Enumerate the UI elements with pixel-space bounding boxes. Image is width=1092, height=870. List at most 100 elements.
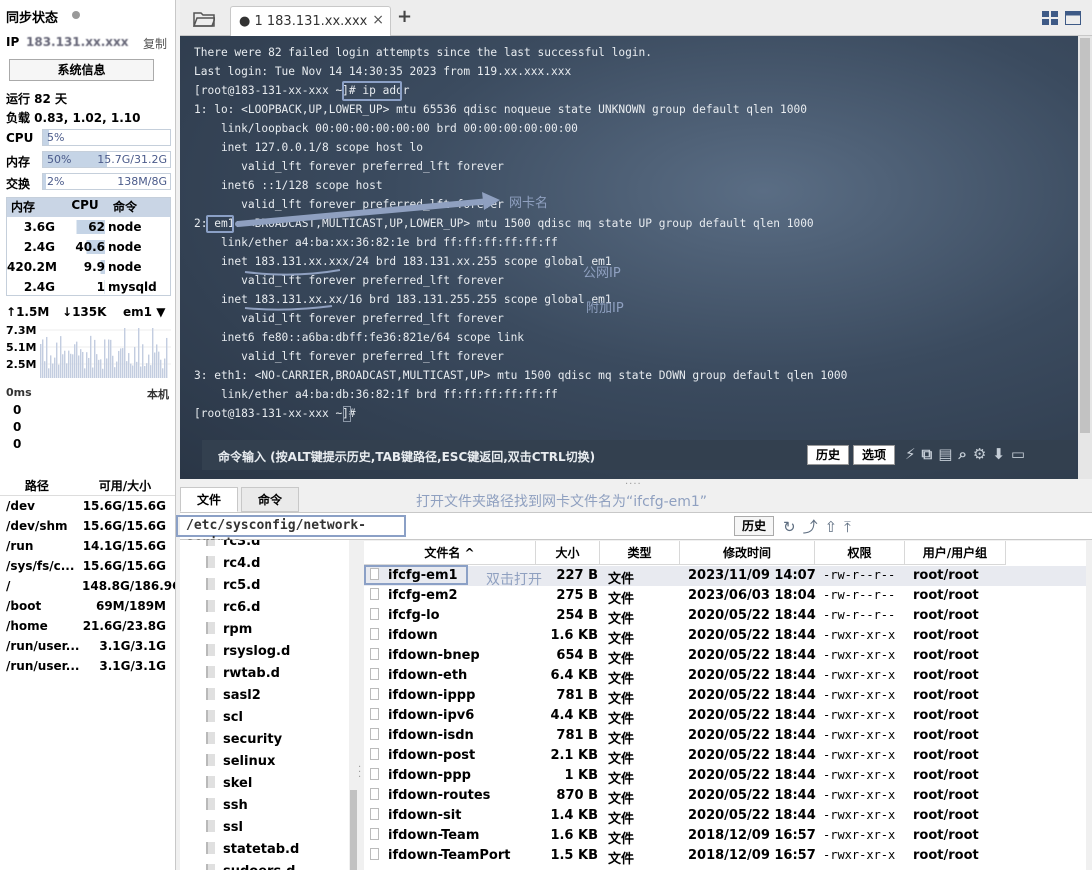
- header-col-type[interactable]: 类型: [600, 541, 680, 565]
- cmd-options-button[interactable]: 选项: [853, 445, 895, 465]
- disk-row[interactable]: /sys/fs/c... 15.6G/15.6G: [0, 556, 175, 576]
- file-row[interactable]: ifcfg-em2 275 B 文件 2023/06/03 18:04 -rw-r--r…: [364, 586, 1086, 607]
- file-row[interactable]: ifdown 1.6 KB 文件 2020/05/22 18:44 -rwxr-xr-x…: [364, 626, 1086, 647]
- header-col-perm[interactable]: 权限: [815, 541, 905, 565]
- gear-icon[interactable]: ⚙: [973, 445, 992, 463]
- file-owner: root/root: [913, 728, 979, 743]
- file-row[interactable]: ifdown-ippp 781 B 文件 2020/05/22 18:44 -rwxr-…: [364, 686, 1086, 707]
- tree-folder-item[interactable]: selinux: [206, 754, 275, 769]
- copy-icon[interactable]: ⧉: [922, 445, 939, 463]
- paste-icon[interactable]: ▤: [938, 445, 958, 463]
- file-row[interactable]: ifdown-routes 870 B 文件 2020/05/22 18:44 -rwx…: [364, 786, 1086, 807]
- tree-folder-item[interactable]: rc6.d: [206, 600, 260, 615]
- command-input-bar[interactable]: 命令输入 (按ALT键提示历史,TAB键路径,ESC键返回,双击CTRL切换) …: [202, 440, 1076, 470]
- proc-header-cmd[interactable]: 命令: [111, 198, 137, 217]
- panel-resizer[interactable]: · · ·: [358, 763, 361, 783]
- file-row[interactable]: ifcfg-lo 254 B 文件 2020/05/22 18:44 -rw-r--r-…: [364, 606, 1086, 627]
- disk-row[interactable]: /run 14.1G/15.6G: [0, 536, 175, 556]
- path-input[interactable]: /etc/sysconfig/network-scripts: [176, 515, 406, 551]
- process-row[interactable]: 420.2M 9.9 node: [7, 257, 170, 277]
- tree-scrollbar[interactable]: [349, 540, 358, 870]
- file-list[interactable]: 文件名 ^ 类型 修改时间 权限 用户/用户组 大小 ifcfg-em1 227 B 文件 20…: [364, 541, 1086, 870]
- file-row[interactable]: ifdown-Team 1.6 KB 文件 2018/12/09 16:57 -rwxr…: [364, 826, 1086, 847]
- session-tab[interactable]: ● 1 183.131.xx.xxx ×: [230, 6, 391, 36]
- tree-folder-item[interactable]: statetab.d: [206, 842, 299, 857]
- close-icon[interactable]: ×: [372, 12, 384, 28]
- traffic-bar: [46, 336, 48, 378]
- tree-folder-item[interactable]: security: [206, 732, 282, 747]
- terminal-scrollbar[interactable]: [1078, 36, 1092, 479]
- tree-folder-item[interactable]: sudoers.d: [206, 864, 295, 870]
- file-row[interactable]: ifdown-eth 6.4 KB 文件 2020/05/22 18:44 -rwxr-…: [364, 666, 1086, 687]
- folder-icon[interactable]: [193, 10, 215, 27]
- download-icon[interactable]: ⬇: [992, 445, 1011, 463]
- tree-folder-item[interactable]: rc4.d: [206, 556, 260, 571]
- disk-row[interactable]: / 148.8G/186.9G: [0, 576, 175, 596]
- copy-ip-link[interactable]: 复制: [143, 35, 167, 52]
- tree-folder-item[interactable]: scl: [206, 710, 243, 725]
- tree-folder-item[interactable]: sasl2: [206, 688, 261, 703]
- file-row[interactable]: ifcfg-em1 227 B 文件 2023/11/09 14:07 -rw-r--r…: [364, 566, 1086, 587]
- header-col-name[interactable]: 文件名 ^: [364, 541, 536, 565]
- file-row[interactable]: ifdown-sit 1.4 KB 文件 2020/05/22 18:44 -rwxr-…: [364, 806, 1086, 827]
- tab-files[interactable]: 文件: [180, 487, 238, 512]
- disk-row[interactable]: /boot 69M/189M: [0, 596, 175, 616]
- disk-header-size[interactable]: 可用/大小: [99, 477, 151, 494]
- file-row[interactable]: ifdown-isdn 781 B 文件 2020/05/22 18:44 -rwxr-…: [364, 726, 1086, 747]
- disk-row[interactable]: /run/user... 3.1G/3.1G: [0, 656, 175, 676]
- net-iface-select[interactable]: em1 ▼: [123, 305, 165, 319]
- folder-icon: [206, 688, 215, 700]
- tree-folder-item[interactable]: skel: [206, 776, 252, 791]
- file-size: 1 KB: [564, 768, 598, 783]
- terminal[interactable]: There were 82 failed login attempts sinc…: [180, 36, 1078, 479]
- file-row[interactable]: ifdown-bnep 654 B 文件 2020/05/22 18:44 -rwxr-…: [364, 646, 1086, 667]
- window-icon[interactable]: ▭: [1011, 445, 1031, 463]
- tree-folder-item[interactable]: rsyslog.d: [206, 644, 290, 659]
- annotation-nic-name: 网卡名: [509, 196, 549, 211]
- grid-layout-icon[interactable]: [1042, 11, 1058, 28]
- proc-header-mem[interactable]: 内存: [7, 198, 59, 217]
- directory-tree[interactable]: rc3.d rc4.d rc5.d rc6.d rpm rsyslog.d rwtab.d s…: [180, 540, 358, 870]
- tree-folder-item[interactable]: rpm: [206, 622, 252, 637]
- process-row[interactable]: 2.4G 40.6 node: [7, 237, 170, 257]
- file-row[interactable]: ifdown-ipv6 4.4 KB 文件 2020/05/22 18:44 -rwxr…: [364, 706, 1086, 727]
- path-history-button[interactable]: 历史: [734, 516, 774, 536]
- upload-icon[interactable]: ⇧: [825, 518, 845, 536]
- upload-file-icon[interactable]: ⤒: [844, 518, 858, 536]
- file-row[interactable]: ifdown-post 2.1 KB 文件 2020/05/22 18:44 -rwxr…: [364, 746, 1086, 767]
- cmd-history-button[interactable]: 历史: [807, 445, 849, 465]
- disk-header-path[interactable]: 路径: [25, 477, 49, 494]
- disk-row[interactable]: /dev/shm 15.6G/15.6G: [0, 516, 175, 536]
- file-name: ifdown-sit: [370, 808, 461, 823]
- disk-row[interactable]: /home 21.6G/23.8G: [0, 616, 175, 636]
- add-tab-icon[interactable]: +: [397, 6, 412, 27]
- disk-row[interactable]: /dev 15.6G/15.6G: [0, 496, 175, 516]
- single-layout-icon[interactable]: [1065, 11, 1081, 28]
- refresh-icon[interactable]: ↻: [783, 518, 803, 536]
- annotation-dblclick: 双击打开: [486, 572, 542, 588]
- sysinfo-button[interactable]: 系统信息: [9, 59, 154, 81]
- tree-folder-item[interactable]: rc5.d: [206, 578, 260, 593]
- tree-folder-label: statetab.d: [223, 842, 300, 857]
- file-row[interactable]: ifdown-ppp 1 KB 文件 2020/05/22 18:44 -rwxr-xr…: [364, 766, 1086, 787]
- file-mtime: 2020/05/22 18:44: [688, 628, 816, 643]
- proc-header-cpu[interactable]: CPU: [59, 198, 111, 217]
- tree-folder-item[interactable]: rc3.d: [206, 540, 260, 549]
- tree-folder-item[interactable]: ssh: [206, 798, 248, 813]
- disk-row[interactable]: /run/user... 3.1G/3.1G: [0, 636, 175, 656]
- header-col-mtime[interactable]: 修改时间: [680, 541, 815, 565]
- process-row[interactable]: 3.6G 62 node: [7, 217, 170, 237]
- search-icon[interactable]: ⌕: [958, 445, 972, 463]
- tree-folder-item[interactable]: ssl: [206, 820, 243, 835]
- parent-dir-icon[interactable]: ⤴: [803, 518, 825, 536]
- file-type: 文件: [608, 572, 635, 587]
- tree-folder-item[interactable]: rwtab.d: [206, 666, 280, 681]
- file-perm: -rwxr-xr-x: [823, 788, 896, 802]
- process-row[interactable]: 2.4G 1 mysqld: [7, 277, 170, 297]
- file-row[interactable]: ifdown-TeamPort 1.5 KB 文件 2018/12/09 16:57-…: [364, 846, 1086, 867]
- header-col-size[interactable]: 大小: [536, 541, 600, 565]
- file-list-scrollbar[interactable]: [1086, 541, 1092, 870]
- tab-commands[interactable]: 命令: [241, 487, 299, 512]
- lightning-icon[interactable]: ⚡: [905, 445, 922, 463]
- header-col-owner[interactable]: 用户/用户组: [905, 541, 1006, 565]
